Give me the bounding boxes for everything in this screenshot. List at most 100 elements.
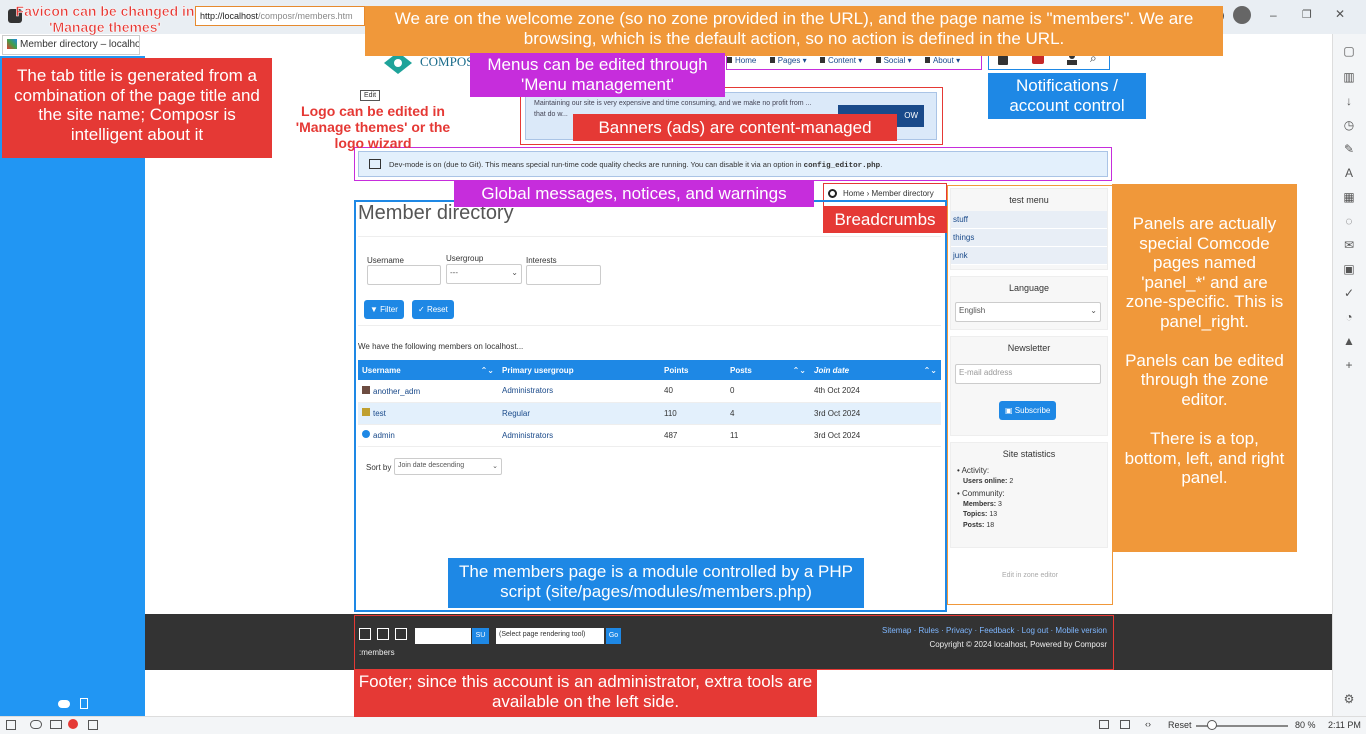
- page-tiling-icon[interactable]: [1120, 720, 1130, 729]
- reader-icon[interactable]: ▥: [1342, 70, 1356, 84]
- breadcrumb-home-icon[interactable]: [828, 189, 837, 199]
- group-link[interactable]: Administrators: [498, 424, 660, 447]
- tasks-icon[interactable]: ✓: [1342, 286, 1356, 300]
- calendar-day-icon[interactable]: ▣: [1342, 262, 1356, 276]
- username-input[interactable]: [367, 265, 441, 285]
- stamp-icon[interactable]: ▲: [1342, 334, 1356, 348]
- panel-toggle-icon[interactable]: [6, 720, 16, 730]
- annotation-banners: Banners (ads) are content-managed: [573, 114, 897, 141]
- cloud-icon[interactable]: [58, 700, 70, 708]
- newsletter-email-input[interactable]: E-mail address: [955, 364, 1101, 384]
- panel-newsletter: Newsletter E-mail address ▣ Subscribe: [950, 336, 1108, 436]
- panel-menu-item[interactable]: things: [951, 229, 1107, 247]
- footer-outline: [354, 615, 1114, 670]
- image-toggle-icon[interactable]: [1099, 720, 1109, 729]
- settings-icon[interactable]: ⚙: [1342, 692, 1356, 706]
- address-bar[interactable]: http://localhost/composr/members.htm: [195, 6, 365, 26]
- usergroup-label: Usergroup: [446, 254, 484, 263]
- member-link[interactable]: another_adm: [373, 387, 420, 396]
- col-username[interactable]: Username ⌃⌄: [358, 360, 498, 380]
- close-icon[interactable]: ✕: [1335, 7, 1345, 21]
- annotation-footer: Footer; since this account is an adminis…: [354, 669, 817, 717]
- profile-avatar-icon[interactable]: [1233, 6, 1251, 24]
- member-link[interactable]: admin: [373, 431, 395, 440]
- stats-title: Site statistics: [1002, 449, 1056, 459]
- col-posts[interactable]: Posts ⌃⌄: [726, 360, 810, 380]
- language-select[interactable]: English ⌄: [955, 302, 1101, 322]
- interests-input[interactable]: [526, 265, 601, 285]
- add-panel-icon[interactable]: +: [1342, 358, 1356, 372]
- sort-select[interactable]: Join date descending ⌄: [394, 458, 502, 475]
- group-link[interactable]: Administrators: [498, 380, 660, 403]
- usergroup-select[interactable]: --- ⌄: [446, 264, 522, 284]
- avatar-icon: [362, 385, 370, 394]
- browser-tab[interactable]: Member directory – localhost: [2, 35, 140, 55]
- username-label: Username: [367, 256, 404, 265]
- table-row: test Regular 110 4 3rd Oct 2024: [358, 402, 941, 425]
- breadcrumb-home[interactable]: Home: [843, 189, 864, 198]
- panel-menu-item[interactable]: stuff: [951, 211, 1107, 229]
- reset-icon: ✓: [418, 305, 427, 314]
- zoom-level: 80 %: [1295, 720, 1316, 730]
- sort-arrows-icon: ⌃⌄: [480, 365, 494, 375]
- alert-icon[interactable]: [68, 719, 78, 729]
- annotation-breadcrumbs: Breadcrumbs: [823, 206, 947, 233]
- history-icon[interactable]: ◷: [1342, 118, 1356, 132]
- panel-menu-item[interactable]: junk: [951, 247, 1107, 265]
- breadcrumb: Home › Member directory: [828, 189, 934, 199]
- filter-button[interactable]: ▼ Filter: [364, 300, 404, 319]
- subscribe-button[interactable]: ▣ Subscribe: [999, 401, 1057, 420]
- col-join[interactable]: Join date ⌃⌄: [810, 360, 941, 380]
- newsletter-title: Newsletter: [1007, 343, 1051, 353]
- site-logo-text[interactable]: COMPOS: [420, 54, 473, 70]
- annotation-module: The members page is a module controlled …: [448, 558, 864, 608]
- chat-icon[interactable]: ◌: [1342, 214, 1356, 228]
- feed-icon[interactable]: ◔: [1342, 310, 1356, 324]
- col-points: Points: [660, 360, 726, 380]
- panel-language: Language English ⌄: [950, 276, 1108, 330]
- edit-logo-button[interactable]: Edit: [360, 90, 381, 101]
- edit-zone-link[interactable]: Edit in zone editor: [955, 572, 1105, 579]
- member-link[interactable]: test: [373, 409, 386, 418]
- annotation-notifications: Notifications / account control: [988, 73, 1146, 119]
- col-group: Primary usergroup: [498, 360, 660, 380]
- sort-arrows-icon: ⌃⌄: [792, 365, 806, 375]
- tab-title: Member directory – localhost: [20, 39, 140, 50]
- subscribe-icon: ▣: [1005, 406, 1015, 415]
- download-icon[interactable]: ↓: [1342, 94, 1356, 108]
- zoom-slider-handle[interactable]: [1207, 720, 1217, 730]
- calendar-icon[interactable]: ▦: [1342, 190, 1356, 204]
- restore-icon[interactable]: ❐: [1302, 8, 1312, 21]
- panel-site-statistics: Site statistics • Activity: Users online…: [950, 442, 1108, 548]
- minimize-icon[interactable]: –: [1270, 8, 1277, 22]
- language-title: Language: [1008, 283, 1050, 293]
- favicon-icon: [7, 39, 17, 50]
- clock: 2:11 PM: [1328, 720, 1361, 730]
- translate-icon[interactable]: A: [1342, 166, 1356, 180]
- reset-button[interactable]: ✓ Reset: [412, 300, 454, 319]
- browser-statusbar: ‹› Reset 80 % 2:11 PM: [0, 716, 1366, 734]
- annotation-favicon: Favicon can be changed in 'Manage themes…: [15, 3, 195, 36]
- table-row: another_adm Administrators 40 0 4th Oct …: [358, 380, 941, 403]
- trash-icon[interactable]: [80, 698, 88, 709]
- annotation-tab-title: The tab title is generated from a combin…: [2, 58, 272, 158]
- filter-icon: ▼: [370, 305, 381, 314]
- annotation-menus: Menus can be edited through 'Menu manage…: [470, 53, 725, 97]
- zoom-reset[interactable]: Reset: [1168, 720, 1192, 730]
- bookmark-icon[interactable]: ▢: [1342, 44, 1356, 58]
- notice-icon: [369, 159, 381, 169]
- notes-icon[interactable]: ✎: [1342, 142, 1356, 156]
- avatar-icon: [362, 408, 370, 416]
- group-link[interactable]: Regular: [498, 402, 660, 425]
- members-table: Username ⌃⌄ Primary usergroup Points Post…: [358, 360, 941, 447]
- mail-status-icon[interactable]: [50, 720, 62, 729]
- calendar-status-icon[interactable]: [88, 720, 98, 730]
- sort-label: Sort by: [366, 463, 392, 472]
- annotation-url: We are on the welcome zone (so no zone p…: [365, 6, 1223, 56]
- code-icon[interactable]: ‹›: [1145, 719, 1151, 729]
- panel-menu-title: test menu: [1009, 195, 1049, 205]
- mail-icon[interactable]: ✉: [1342, 238, 1356, 252]
- sync-icon[interactable]: [30, 720, 42, 729]
- browser-right-toolbar: ▢ ▥ ↓ ◷ ✎ A ▦ ◌ ✉ ▣ ✓ ◔ ▲ + ⚙: [1332, 34, 1366, 718]
- annotation-global-messages: Global messages, notices, and warnings: [454, 180, 814, 207]
